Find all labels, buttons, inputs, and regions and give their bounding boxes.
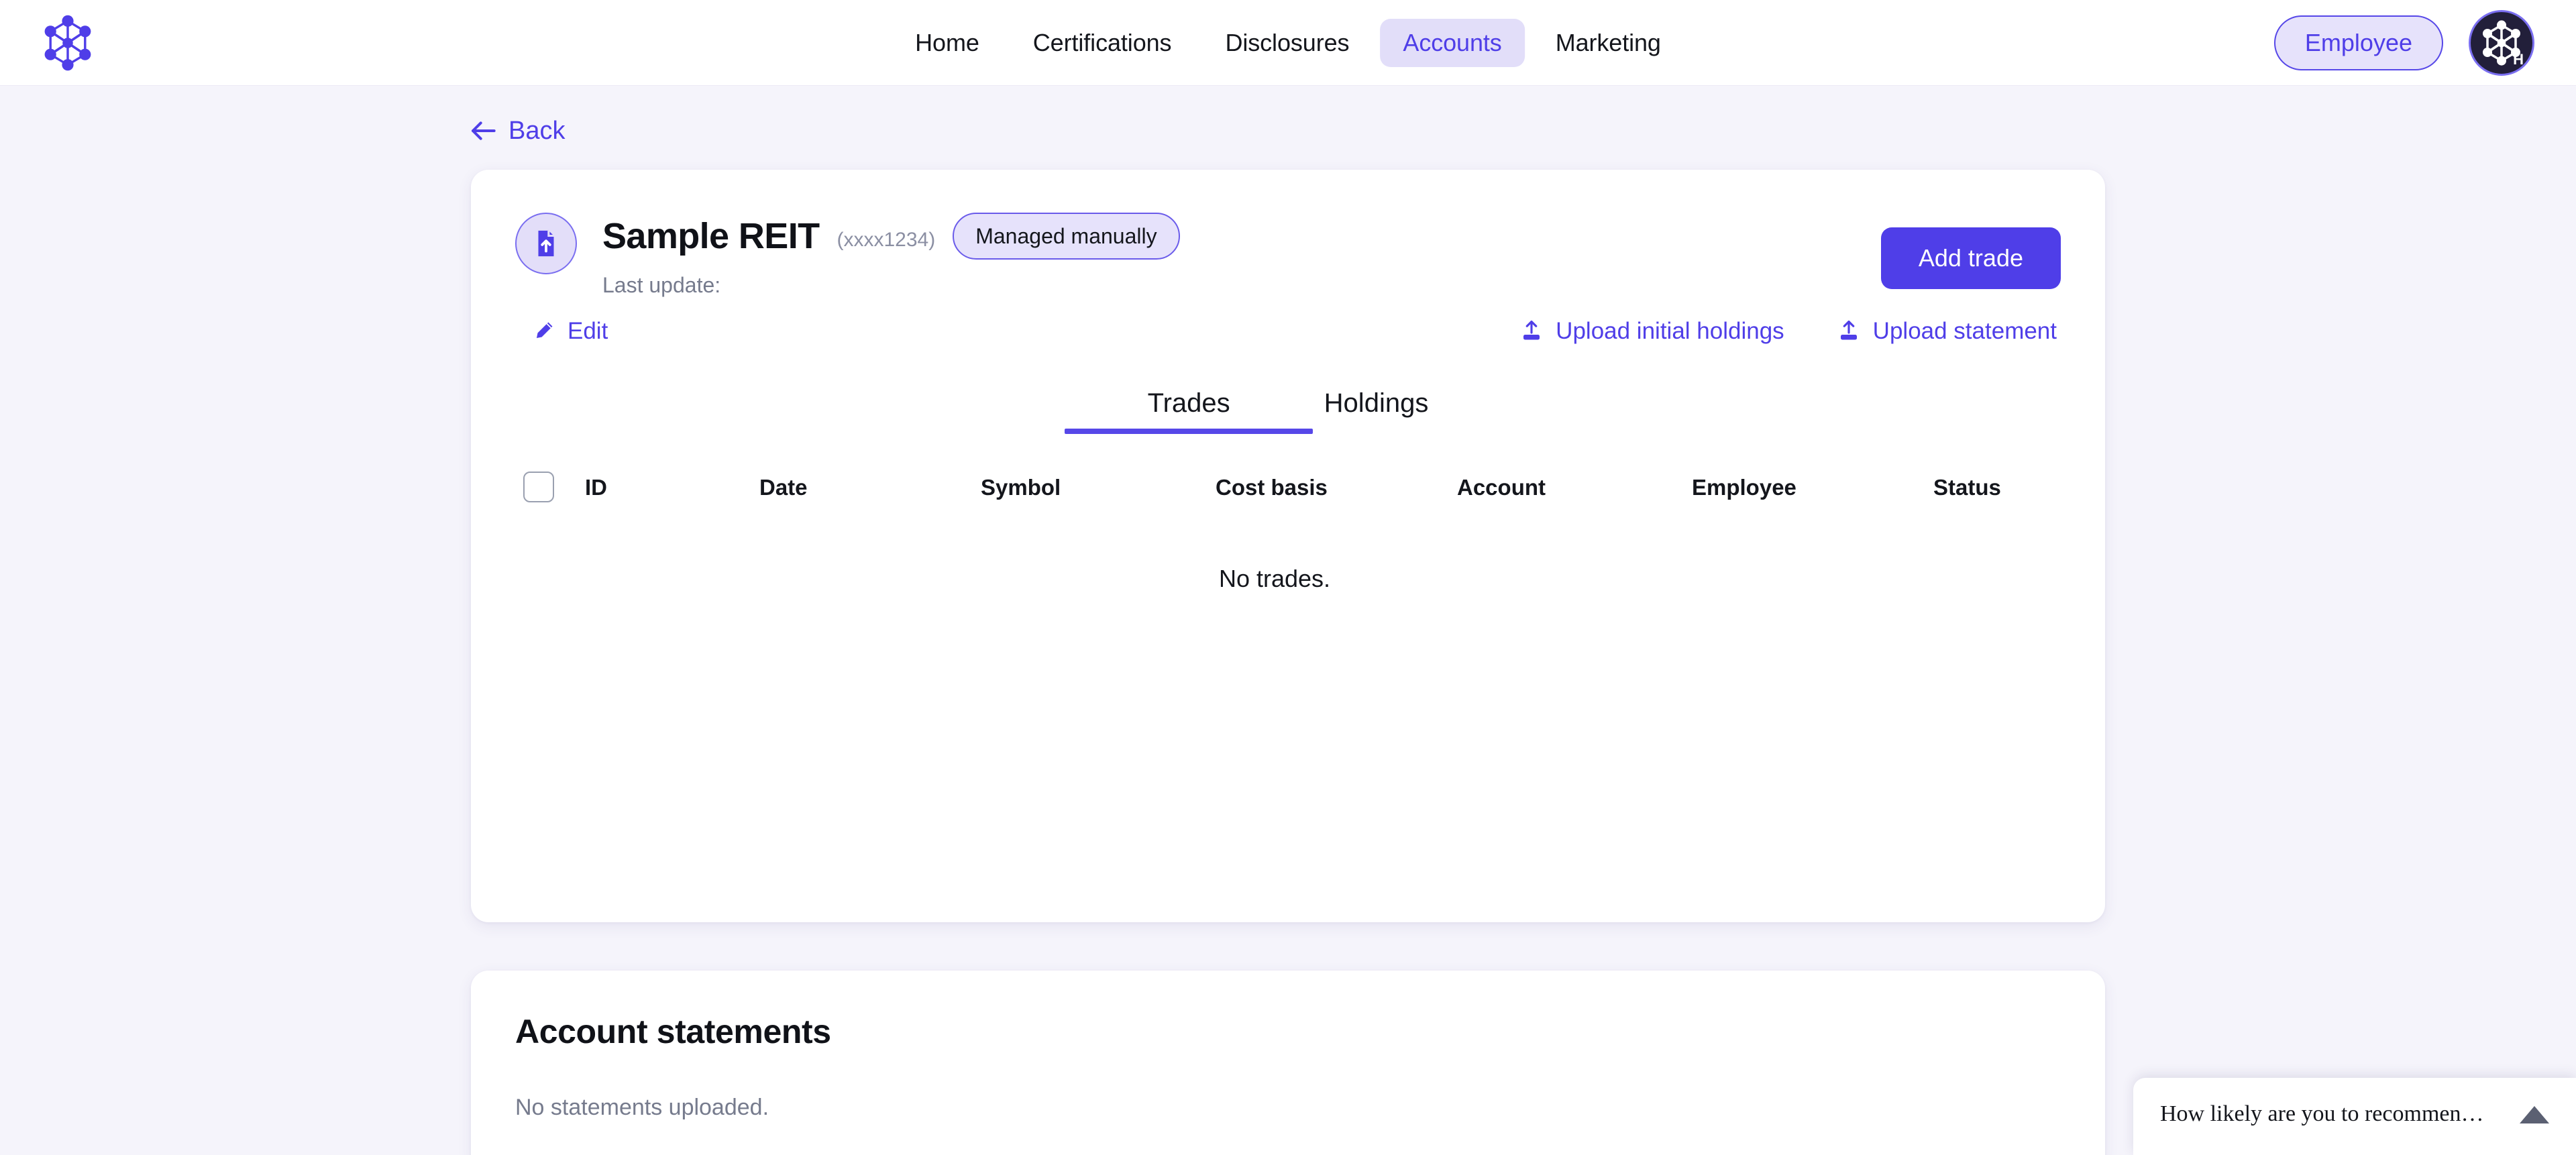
account-tabs: Trades Holdings xyxy=(515,390,2061,434)
upload-icon xyxy=(1523,320,1540,340)
nav-item-disclosures[interactable]: Disclosures xyxy=(1202,19,1372,67)
upload-icon xyxy=(1840,320,1857,340)
nav-item-certifications[interactable]: Certifications xyxy=(1010,19,1195,67)
account-title-row: Sample REIT (xxxx1234) Managed manually xyxy=(602,213,1180,260)
trades-empty-message: No trades. xyxy=(1218,565,1331,592)
upload-initial-holdings-label: Upload initial holdings xyxy=(1556,317,1784,344)
column-header-id: ID xyxy=(585,474,607,500)
main-navigation: Home Certifications Disclosures Accounts… xyxy=(892,18,1684,67)
last-update-label: Last update: xyxy=(602,273,721,297)
survey-question: How likely are you to recommen… xyxy=(2160,1101,2484,1127)
page-title: Sample REIT xyxy=(602,215,820,256)
column-header-status: Status xyxy=(1933,474,2001,500)
survey-widget[interactable]: How likely are you to recommen… xyxy=(2133,1078,2576,1155)
upload-actions: Upload initial holdings Upload statement xyxy=(1519,319,2061,343)
statements-title: Account statements xyxy=(515,1013,831,1050)
role-badge-employee[interactable]: Employee xyxy=(2273,15,2443,70)
tab-trades[interactable]: Trades xyxy=(1148,390,1230,434)
column-header-cost-basis: Cost basis xyxy=(1216,474,1328,500)
column-header-account: Account xyxy=(1457,474,1546,500)
upload-initial-holdings-link[interactable]: Upload initial holdings xyxy=(1519,319,1784,343)
nav-item-marketing[interactable]: Marketing xyxy=(1533,19,1684,67)
avatar-initial: H xyxy=(2513,50,2524,68)
column-header-employee: Employee xyxy=(1692,474,1796,500)
pencil-icon xyxy=(536,322,553,339)
status-badge: Managed manually xyxy=(953,213,1180,260)
back-link[interactable]: Back xyxy=(470,118,565,144)
account-detail-card: Sample REIT (xxxx1234) Managed manually … xyxy=(471,170,2105,922)
arrow-left-icon xyxy=(472,121,496,140)
file-upload-icon xyxy=(515,213,577,274)
add-trade-button[interactable]: Add trade xyxy=(1880,227,2061,289)
account-actions-row: Edit Upload initial holdings Upload stat… xyxy=(515,319,2061,343)
edit-account-label: Edit xyxy=(568,317,608,344)
header-right-cluster: Employee H xyxy=(2273,9,2534,76)
nav-item-accounts[interactable]: Accounts xyxy=(1380,18,1525,67)
nav-item-home[interactable]: Home xyxy=(892,19,1002,67)
top-navigation-bar: Home Certifications Disclosures Accounts… xyxy=(0,0,2576,86)
avatar[interactable]: H xyxy=(2469,9,2534,76)
page-content: Back Sample REIT (xxxx1234) Managed manu… xyxy=(0,86,2576,1155)
triangle-up-icon[interactable] xyxy=(2520,1105,2549,1123)
column-header-date: Date xyxy=(759,474,808,500)
network-graph-logo-icon[interactable] xyxy=(39,14,97,72)
back-link-label: Back xyxy=(508,117,566,145)
account-header-text: Sample REIT (xxxx1234) Managed manually … xyxy=(602,210,1180,296)
upload-statement-link[interactable]: Upload statement xyxy=(1837,319,2057,343)
edit-account-link[interactable]: Edit xyxy=(533,319,608,343)
select-all-checkbox[interactable] xyxy=(523,472,554,502)
statements-empty-message: No statements uploaded. xyxy=(515,1095,769,1120)
trades-table-header: ID Date Symbol Cost basis Account Employ… xyxy=(515,472,2061,502)
upload-statement-label: Upload statement xyxy=(1872,317,2057,344)
account-number-mask: (xxxx1234) xyxy=(837,229,936,251)
account-statements-card: Account statements No statements uploade… xyxy=(471,971,2105,1155)
column-header-symbol: Symbol xyxy=(981,474,1061,500)
tab-holdings[interactable]: Holdings xyxy=(1324,390,1429,434)
back-row: Back xyxy=(0,86,2576,146)
account-header: Sample REIT (xxxx1234) Managed manually … xyxy=(515,210,2061,296)
